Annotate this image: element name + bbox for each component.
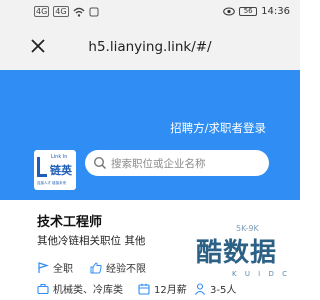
tag-label: 机械类、冷库类 xyxy=(53,285,123,296)
signal-indicator-2: 4G xyxy=(53,6,69,17)
tag-label: 12月薪 xyxy=(154,285,187,296)
tag-employment-type: 全职 xyxy=(37,260,73,275)
status-right: 56 14:36 xyxy=(223,6,290,17)
calendar-icon xyxy=(138,283,150,295)
status-left: 4G 4G xyxy=(34,6,99,17)
login-link[interactable]: 招聘方/求职者登录 xyxy=(170,120,266,136)
briefcase-icon xyxy=(37,283,49,294)
eye-icon xyxy=(223,7,235,16)
search-input[interactable]: 搜索职位或企业名称 xyxy=(85,150,269,176)
site-logo: Link In 链英 连接人才 链接未来 xyxy=(34,150,76,190)
page-url: h5.lianying.link/#/ xyxy=(88,39,212,55)
browser-nav-bar: h5.lianying.link/#/ xyxy=(0,26,300,70)
watermark-logo: 5K-9K 酷数据 K U I D C xyxy=(192,224,298,294)
logo-chinese: 链英 xyxy=(50,164,72,177)
signal-indicator: 4G xyxy=(34,6,50,17)
tag-label: 全职 xyxy=(53,264,73,275)
notification-icon xyxy=(89,7,99,16)
job-category: 其他冷链相关职位 其他 xyxy=(37,235,146,247)
battery-indicator: 56 xyxy=(239,7,258,16)
tag-salary-months: 12月薪 xyxy=(138,281,187,296)
tag-experience: 经验不限 xyxy=(90,260,146,275)
search-icon xyxy=(93,156,107,170)
tag-field: 机械类、冷库类 xyxy=(37,281,123,296)
logo-tagline: 连接人才 链接未来 xyxy=(37,181,67,185)
logo-mark xyxy=(37,157,47,177)
clock: 14:36 xyxy=(261,6,290,17)
search-placeholder: 搜索职位或企业名称 xyxy=(111,157,206,170)
flag-icon xyxy=(38,261,49,273)
watermark-text: 酷数据 xyxy=(196,238,278,268)
logo-english: Link In xyxy=(51,154,68,160)
job-title: 技术工程师 xyxy=(37,215,103,230)
thumbs-up-icon xyxy=(90,261,102,273)
hero-banner: 招聘方/求职者登录 Link In 链英 连接人才 链接未来 搜索职位或企业名称 xyxy=(0,70,300,200)
tag-label: 经验不限 xyxy=(106,264,146,275)
wifi-icon xyxy=(73,7,85,17)
watermark-subtext: K U I D C xyxy=(232,270,290,278)
status-bar: 4G 4G 56 14:36 xyxy=(0,0,300,26)
